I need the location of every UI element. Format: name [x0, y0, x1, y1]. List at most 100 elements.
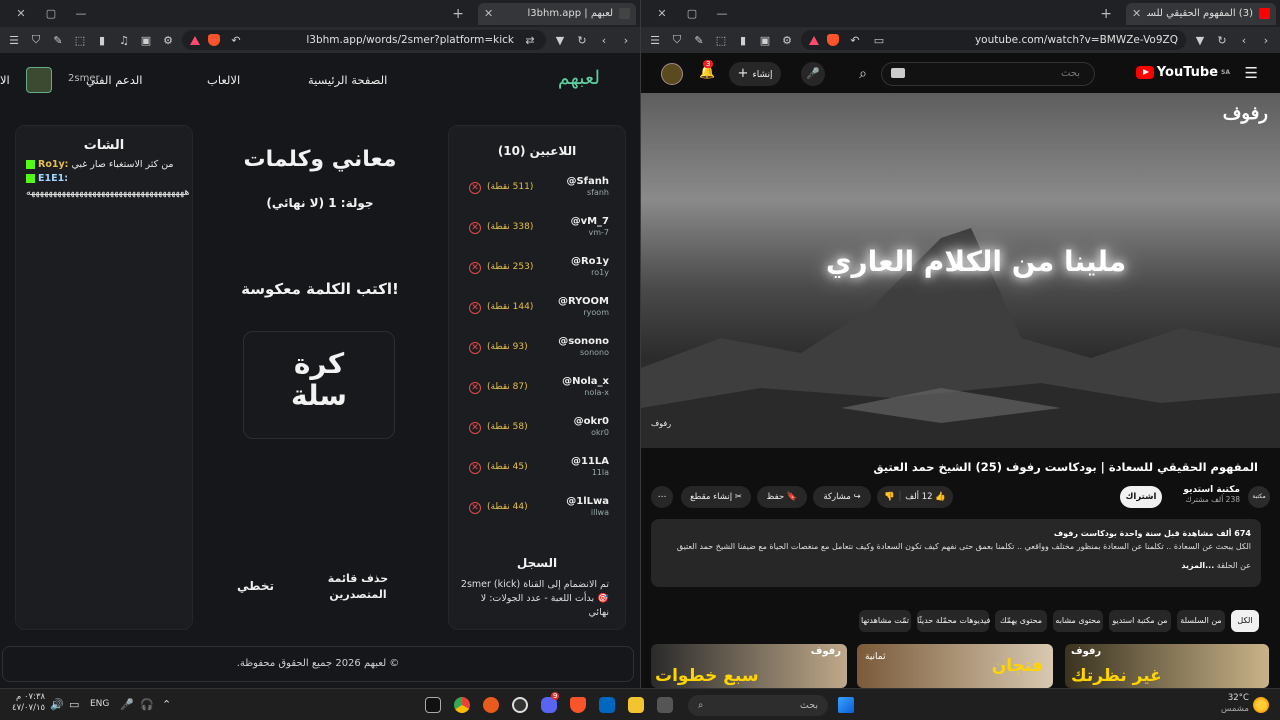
file-explorer-icon[interactable] [628, 697, 644, 713]
tray-chevron-icon[interactable]: ⌃ [162, 698, 171, 711]
address-bar[interactable]: ↶ ▭ youtube.com/watch?v=BMWZe-Vo9ZQ [801, 30, 1186, 50]
nav-home[interactable]: الصفحة الرئيسية [308, 73, 387, 87]
taskbar-search[interactable]: بحث ⌕ [688, 695, 828, 716]
url-text[interactable]: l3bhm.app/words/2smer?platform=kick [252, 34, 514, 46]
remove-player-icon[interactable]: ✕ [469, 302, 481, 314]
dislike-icon[interactable]: 👎 [884, 492, 895, 502]
brave-icon[interactable] [570, 697, 586, 713]
cast-icon[interactable]: ▭ [871, 34, 887, 47]
remove-player-icon[interactable]: ✕ [469, 262, 481, 274]
skip-button[interactable]: تخطي [237, 579, 274, 593]
show-more-link[interactable]: ...المزيد [1181, 561, 1214, 570]
chrome-icon[interactable] [454, 697, 470, 713]
forward-icon[interactable]: › [1258, 34, 1274, 47]
microphone-icon[interactable]: 🎤 [801, 62, 825, 86]
url-text[interactable]: youtube.com/watch?v=BMWZe-Vo9ZQ [895, 34, 1178, 46]
puzzle-icon[interactable]: ⚙ [160, 34, 176, 47]
user-avatar[interactable] [26, 67, 52, 93]
video-player[interactable]: رفوف ملينا من الكلام العاري رفوف [641, 93, 1280, 448]
translate-icon[interactable]: ⇄ [522, 34, 538, 47]
nav-more[interactable]: الا [0, 73, 10, 87]
account-avatar[interactable] [661, 63, 683, 85]
remove-player-icon[interactable]: ✕ [469, 382, 481, 394]
share-button[interactable]: ↪ مشاركة [813, 486, 871, 508]
warning-icon[interactable] [190, 35, 200, 45]
weather-widget[interactable]: 32°C مشمس [1221, 693, 1249, 715]
remove-player-icon[interactable]: ✕ [469, 422, 481, 434]
shield-icon[interactable]: ⛉ [669, 33, 685, 47]
headset-icon[interactable]: 🎧 [140, 698, 154, 711]
remove-player-icon[interactable]: ✕ [469, 342, 481, 354]
minimize-window-button[interactable]: — [707, 7, 737, 20]
youtube-search-input[interactable]: بحث [881, 62, 1095, 86]
network-icon[interactable]: ▭ [69, 698, 79, 711]
forward-icon[interactable]: › [618, 34, 634, 47]
share-url-icon[interactable]: ↶ [228, 34, 244, 47]
language-indicator[interactable]: ENG [90, 699, 109, 709]
back-icon[interactable]: ‹ [596, 34, 612, 47]
start-icon[interactable] [838, 697, 854, 713]
volume-icon[interactable]: 🔊 [50, 698, 64, 711]
filter-chip[interactable]: الكل [1231, 610, 1259, 632]
bookmark-icon[interactable]: ▼ [552, 34, 568, 47]
clock[interactable]: ٠٧:٣٨ م ٤٧/٠٧/١٥ [12, 692, 45, 714]
epic-games-icon[interactable] [425, 697, 441, 713]
music-icon[interactable]: ♫ [116, 34, 132, 47]
youtube-logo[interactable]: YouTube SA [1135, 65, 1230, 80]
obs-icon[interactable] [512, 697, 528, 713]
tab-l3bhm[interactable]: لعبهم | l3bhm.app ✕ [478, 2, 636, 25]
shield-icon[interactable]: ⛉ [28, 33, 44, 47]
extension-icon[interactable]: ✎ [50, 34, 66, 47]
screenshot-icon[interactable]: ⬚ [72, 34, 88, 47]
back-icon[interactable]: ‹ [1236, 34, 1252, 47]
close-tab-icon[interactable]: ✕ [1132, 7, 1141, 20]
bookmark-icon[interactable]: ▼ [1192, 34, 1208, 47]
video-thumbnail[interactable]: سبع خطوات رفوف [651, 644, 847, 688]
remove-player-icon[interactable]: ✕ [469, 462, 481, 474]
filter-chip[interactable]: محتوى مشابه [1053, 610, 1103, 632]
chat-user[interactable]: Ro1y: [38, 159, 68, 170]
tab-youtube[interactable]: (3) المفهوم الحقيقي للسعادة | بود ✕ [1126, 2, 1276, 25]
video-thumbnail[interactable]: غير نظرتك رفوف [1065, 644, 1269, 688]
menu-icon[interactable]: ☰ [647, 34, 663, 47]
close-window-button[interactable]: ✕ [647, 7, 677, 20]
keyboard-icon[interactable] [891, 68, 905, 78]
tabs-icon[interactable]: ▣ [138, 34, 154, 47]
more-actions-icon[interactable]: ⋯ [651, 486, 673, 508]
menu-icon[interactable]: ☰ [6, 34, 22, 47]
new-tab-button[interactable]: + [1100, 6, 1112, 22]
remove-player-icon[interactable]: ✕ [469, 222, 481, 234]
brave-shield-icon[interactable] [208, 34, 220, 46]
save-button[interactable]: 🔖 حفظ [757, 486, 807, 508]
subscribe-button[interactable]: اشتراك [1120, 486, 1162, 508]
remove-player-icon[interactable]: ✕ [469, 182, 481, 194]
firefox-icon[interactable] [483, 697, 499, 713]
maximize-window-button[interactable]: ▢ [36, 7, 66, 20]
new-tab-button[interactable]: + [452, 6, 464, 22]
warning-icon[interactable] [809, 35, 819, 45]
brave-shield-icon[interactable] [827, 34, 839, 46]
channel-name[interactable]: مكتبة استديو [1170, 485, 1240, 495]
like-count[interactable]: 12 ألف [905, 492, 932, 502]
filter-chip[interactable]: من السلسلة [1177, 610, 1225, 632]
minimize-window-button[interactable]: — [66, 7, 96, 20]
mic-icon[interactable]: 🎤 [120, 698, 134, 711]
clear-leaderboard-button[interactable]: حذف قائمة المتصدرين [323, 571, 393, 603]
extension-icon[interactable]: ✎ [691, 34, 707, 47]
chat-user[interactable]: E1E1: [38, 173, 68, 184]
close-window-button[interactable]: ✕ [6, 7, 36, 20]
filter-chip[interactable]: تمّت مشاهدتها [859, 610, 911, 632]
screenshot-icon[interactable]: ⬚ [713, 34, 729, 47]
search-icon[interactable]: ⌕ [847, 62, 879, 86]
reload-icon[interactable]: ↻ [574, 34, 590, 47]
close-tab-icon[interactable]: ✕ [484, 7, 493, 20]
channel-avatar[interactable]: مكتبة [1248, 486, 1270, 508]
reload-icon[interactable]: ↻ [1214, 34, 1230, 47]
address-bar[interactable]: ↶ l3bhm.app/words/2smer?platform=kick ⇄ [182, 30, 546, 50]
filter-chip[interactable]: فيديوهات محمّلة حديثًا [917, 610, 990, 632]
filter-chip[interactable]: محتوى يهمّك [995, 610, 1047, 632]
video-description[interactable]: 674 ألف مشاهدة قبل سنة واحدة بودكاست رفو… [651, 519, 1261, 587]
username-label[interactable]: 2smer [68, 73, 100, 84]
create-button[interactable]: + إنشاء [729, 62, 781, 86]
hamburger-menu-icon[interactable]: ☰ [1245, 64, 1258, 82]
